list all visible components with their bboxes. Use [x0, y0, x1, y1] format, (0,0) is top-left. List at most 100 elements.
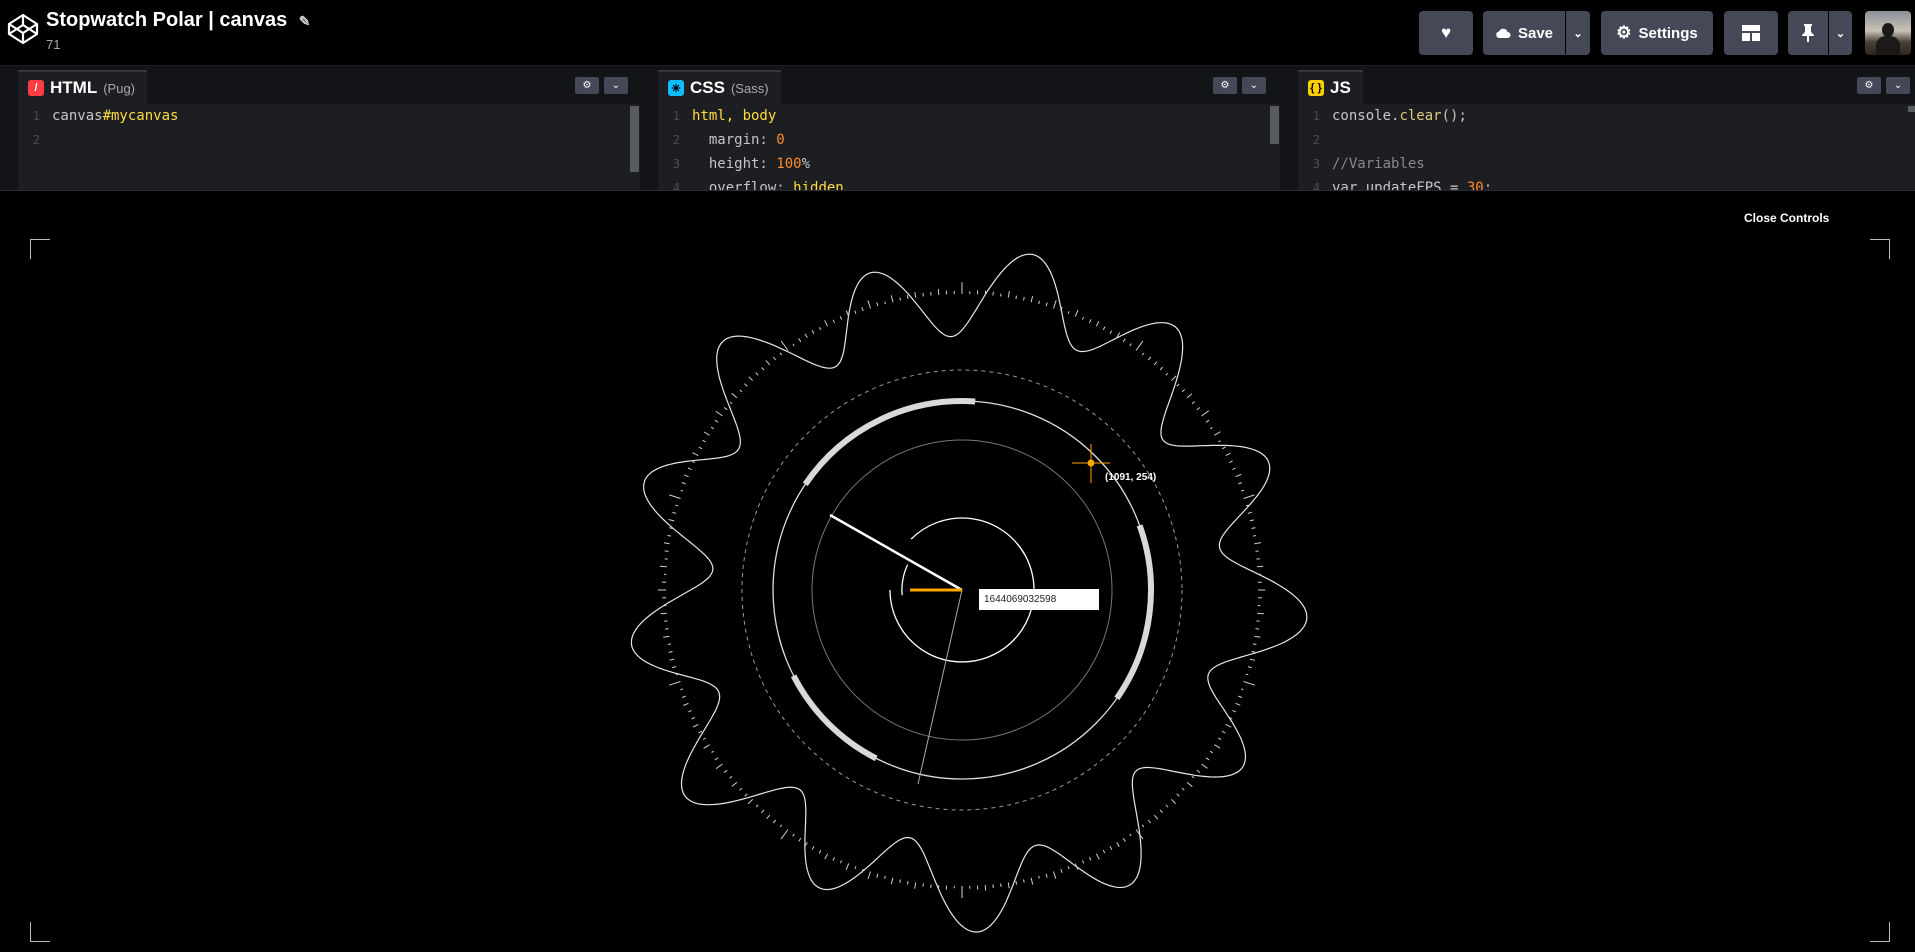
tick-mark [729, 401, 733, 405]
css-scrollbar[interactable] [1270, 106, 1279, 144]
html-tab[interactable]: / HTML (Pug) [18, 70, 148, 104]
line-number: 2 [672, 133, 680, 147]
js-collapse-button[interactable]: ⌄ [1886, 77, 1910, 94]
tick-mark [1102, 849, 1106, 854]
tick-mark [1053, 871, 1057, 879]
tick-mark [731, 392, 738, 399]
save-dropdown-button[interactable]: ⌄ [1566, 11, 1590, 55]
html-settings-button[interactable]: ⚙ [575, 77, 599, 94]
settings-button[interactable]: ⚙ Settings [1601, 11, 1713, 55]
edit-pencil-icon[interactable]: ✎ [299, 13, 311, 29]
tick-mark [899, 879, 901, 883]
js-code[interactable]: 1 console.clear(); 2 3 //Variables 4 var updat… [1298, 104, 1915, 190]
js-tab[interactable]: { } JS [1298, 70, 1363, 104]
codepen-logo-icon[interactable] [6, 12, 40, 46]
tick-mark [715, 410, 723, 417]
tick-mark [710, 426, 715, 430]
css-collapse-button[interactable]: ⌄ [1242, 77, 1266, 94]
user-avatar[interactable] [1865, 11, 1911, 55]
html-scrollbar[interactable] [630, 106, 639, 172]
css-code[interactable]: 1 html, body 2 margin: 03 height: 100% 4 ov… [658, 104, 1280, 190]
js-pane-header: { } JS ⚙ ⌄ [1298, 66, 1915, 104]
tick-mark [680, 489, 684, 492]
code-line[interactable]: 1 canvas#mycanvas [18, 104, 640, 128]
tick-mark [684, 474, 689, 478]
tick-mark [876, 873, 879, 878]
tick-mark [779, 352, 783, 356]
pin-dropdown-button[interactable]: ⌄ [1829, 11, 1852, 55]
chevron-down-icon: ⌄ [1573, 27, 1583, 40]
html-icon: / [28, 80, 44, 96]
tick-mark [668, 651, 673, 653]
save-button[interactable]: Save [1483, 11, 1565, 55]
code-line[interactable]: 1 console.clear(); [1298, 104, 1915, 128]
tick-mark [1232, 709, 1237, 713]
tick-mark [792, 833, 795, 837]
code-line[interactable]: 2 [18, 128, 640, 152]
js-scrollbar[interactable] [1908, 106, 1915, 112]
tick-mark [1159, 366, 1164, 371]
second-hand [917, 589, 963, 785]
code-line[interactable]: 4 var updateFPS = 30; [1298, 176, 1915, 190]
line-number: 1 [1312, 109, 1320, 123]
tick-mark [1053, 300, 1057, 309]
resize-divider[interactable] [0, 190, 1915, 209]
tick-mark [1191, 401, 1195, 405]
change-view-button[interactable] [1724, 11, 1778, 55]
html-collapse-button[interactable]: ⌄ [604, 77, 628, 94]
like-button[interactable]: ♥ [1419, 11, 1473, 55]
tick-mark [687, 467, 692, 471]
css-tab[interactable]: ✳ CSS (Sass) [658, 70, 781, 104]
tick-mark [1176, 383, 1180, 387]
line-number: 1 [672, 109, 680, 123]
tick-mark [765, 360, 771, 366]
tick-mark [1221, 446, 1226, 450]
stopwatch-canvas[interactable] [0, 209, 1915, 952]
tick-mark [772, 819, 777, 824]
timestamp-display: 1644069032598 [979, 589, 1099, 610]
tick-mark [1095, 321, 1100, 327]
css-pane-header: ✳ CSS (Sass) ⚙ ⌄ [658, 66, 1280, 104]
tick-mark [906, 294, 909, 300]
tick-mark [663, 542, 670, 545]
tick-mark [1165, 372, 1169, 376]
code-line[interactable]: 3 height: 100% [658, 152, 1280, 176]
code-line[interactable]: 4 overflow: hidden [658, 176, 1280, 190]
tick-mark [672, 511, 677, 514]
tick-mark [1249, 519, 1255, 522]
code-line[interactable]: 3 //Variables [1298, 152, 1915, 176]
html-code[interactable]: 1 canvas#mycanvas 2 [18, 104, 640, 190]
tick-mark [1218, 440, 1221, 443]
pin-button[interactable] [1788, 11, 1828, 55]
progress-arc [802, 398, 976, 486]
tick-mark [1235, 702, 1241, 706]
tick-mark [1257, 565, 1264, 568]
tick-mark [755, 372, 759, 376]
line-number: 4 [1312, 181, 1320, 190]
tick-mark [832, 856, 836, 861]
code-line[interactable]: 1 html, body [658, 104, 1280, 128]
tick-mark [1186, 781, 1193, 788]
tick-mark [667, 643, 672, 645]
css-settings-button[interactable]: ⚙ [1213, 77, 1237, 94]
line-number: 3 [1312, 157, 1320, 171]
tick-mark [688, 709, 692, 713]
tick-mark [1081, 316, 1084, 320]
code-line[interactable]: 2 [1298, 128, 1915, 152]
tick-mark [884, 875, 886, 879]
tick-mark [1023, 296, 1025, 301]
js-settings-button[interactable]: ⚙ [1857, 77, 1881, 94]
code-token: hidden [793, 180, 844, 190]
close-controls-button[interactable]: Close Controls [1744, 211, 1829, 225]
pen-title[interactable]: Stopwatch Polar | canvas ✎ [46, 9, 311, 32]
tick-mark [772, 356, 777, 361]
tick-mark [1247, 666, 1252, 669]
tick-mark [1225, 452, 1231, 457]
tick-mark [723, 406, 728, 411]
code-token: //Variables [1332, 156, 1425, 172]
tick-mark [739, 787, 743, 791]
gear-icon: ⚙ [582, 80, 592, 91]
tick-mark [922, 292, 924, 297]
code-line[interactable]: 2 margin: 0 [658, 128, 1280, 152]
settings-label: Settings [1638, 24, 1698, 42]
